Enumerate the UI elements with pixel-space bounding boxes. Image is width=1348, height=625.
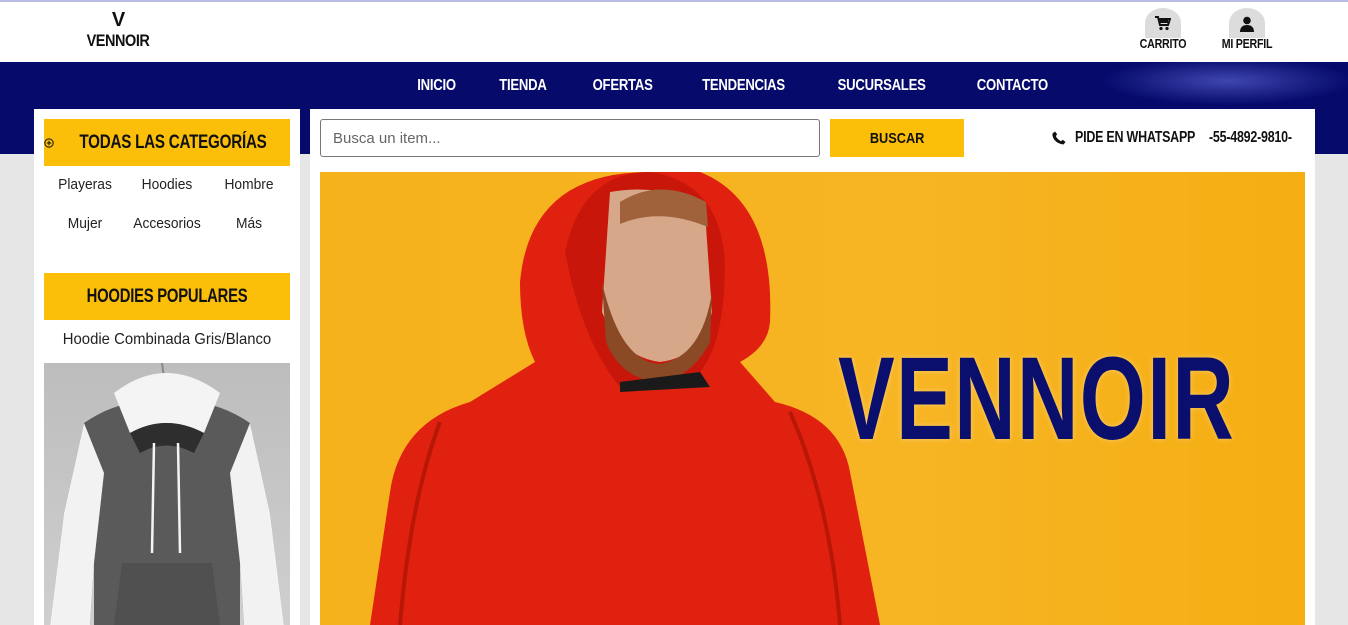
phone-icon [1052, 131, 1066, 145]
category-accesorios[interactable]: Accesorios [129, 215, 204, 232]
main-nav: INICIO TIENDA OFERTAS TENDENCIAS SUCURSA… [0, 62, 1348, 109]
profile-button[interactable]: MI PERFIL [1212, 8, 1282, 51]
nav-item-tienda[interactable]: TIENDA [499, 77, 547, 95]
category-hombre[interactable]: Hombre [211, 176, 286, 193]
site-header: V VENNOIR CARRITO MI PERFIL [0, 2, 1348, 62]
category-list: Playeras Hoodies Hombre Mujer Accesorios… [44, 176, 290, 232]
category-hoodies[interactable]: Hoodies [129, 176, 204, 193]
search-button-label: BUSCAR [869, 129, 925, 147]
hero-banner[interactable]: VENNOIR [320, 172, 1305, 625]
all-categories-button[interactable]: TODAS LAS CATEGORÍAS [44, 119, 290, 166]
nav-item-inicio[interactable]: INICIO [417, 77, 456, 95]
whatsapp-number: -55-4892-9810- [1209, 129, 1292, 146]
logo-mark: V [111, 9, 125, 31]
nav-list: INICIO TIENDA OFERTAS TENDENCIAS SUCURSA… [396, 62, 1073, 109]
category-playeras[interactable]: Playeras [47, 176, 122, 193]
nav-item-tendencias[interactable]: TENDENCIAS [702, 77, 785, 95]
cart-label: CARRITO [1139, 36, 1187, 51]
profile-label: MI PERFIL [1221, 36, 1273, 51]
nav-item-sucursales[interactable]: SUCURSALES [838, 77, 926, 95]
hoodie-illustration [44, 363, 290, 625]
plus-circle-icon [44, 137, 54, 148]
search-button[interactable]: BUSCAR [830, 119, 964, 157]
product-image[interactable] [44, 363, 290, 625]
logo-name: VENNOIR [86, 31, 150, 50]
right-gutter [1315, 154, 1348, 625]
sidebar: TODAS LAS CATEGORÍAS Playeras Hoodies Ho… [34, 109, 300, 625]
whatsapp-contact[interactable]: PIDE EN WHATSAPP -55-4892-9810- [1052, 127, 1315, 149]
all-categories-label: TODAS LAS CATEGORÍAS [79, 131, 267, 153]
popular-hoodies-heading: HOODIES POPULARES [44, 273, 290, 320]
main-content: BUSCAR PIDE EN WHATSAPP -55-4892-9810- V… [310, 109, 1315, 625]
category-mujer[interactable]: Mujer [47, 215, 122, 232]
cart-icon [1145, 8, 1181, 38]
site-logo[interactable]: V VENNOIR [78, 10, 158, 49]
product-name[interactable]: Hoodie Combinada Gris/Blanco [53, 331, 282, 349]
popular-hoodies-title: HOODIES POPULARES [86, 285, 248, 307]
nav-glow [1080, 62, 1348, 109]
nav-item-ofertas[interactable]: OFERTAS [592, 77, 652, 95]
whatsapp-label: PIDE EN WHATSAPP [1075, 129, 1196, 146]
user-icon [1229, 8, 1265, 38]
category-mas[interactable]: Más [211, 215, 286, 232]
cart-button[interactable]: CARRITO [1128, 8, 1198, 51]
search-input[interactable] [320, 119, 820, 157]
nav-item-contacto[interactable]: CONTACTO [977, 77, 1048, 95]
hero-brand-text: VENNOIR [838, 333, 1236, 465]
